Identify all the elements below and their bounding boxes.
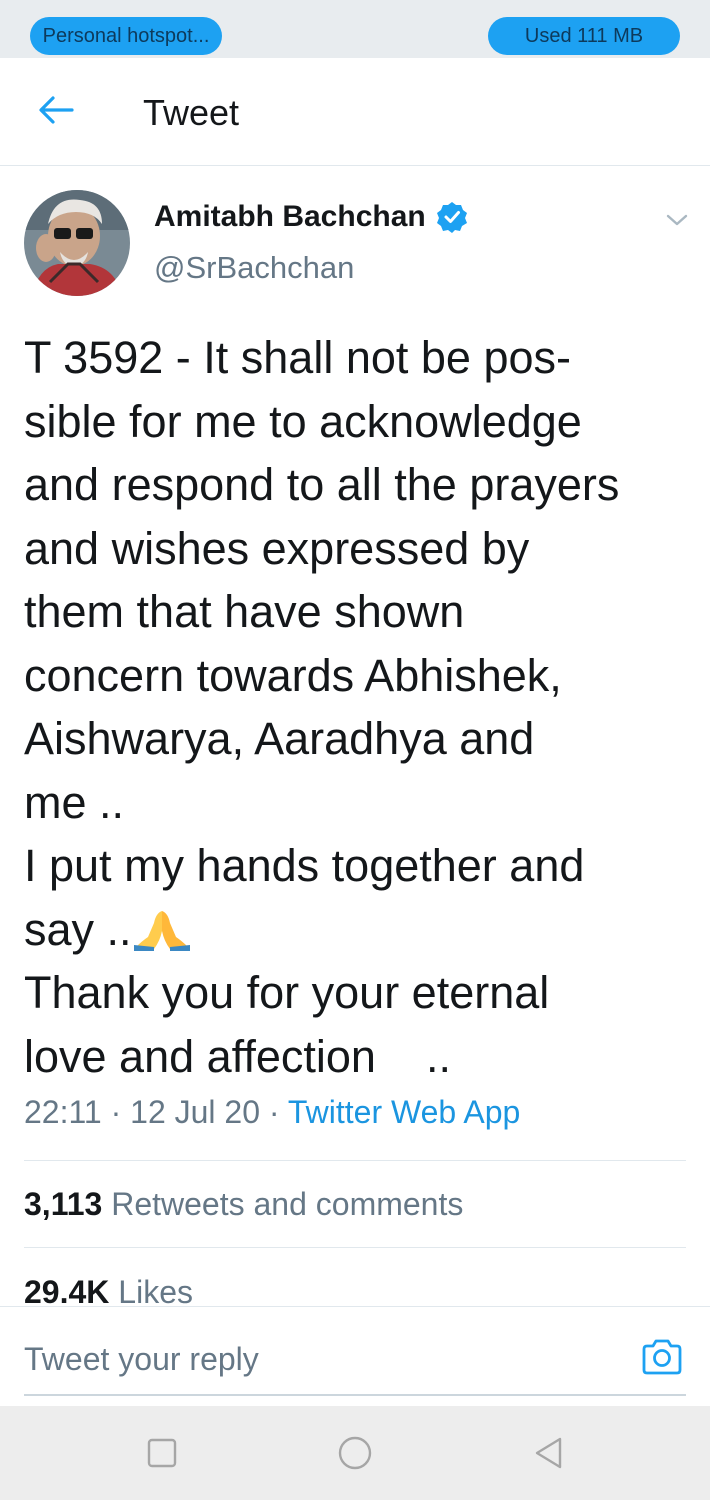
tweet-text-line: T 3592 - It shall not be pos- — [24, 332, 571, 383]
tweet-text-line: Aishwarya, Aaradhya and — [24, 713, 535, 764]
tweet-time: 22:11 — [24, 1094, 102, 1130]
reply-underline — [24, 1394, 686, 1396]
divider — [24, 1160, 686, 1161]
author-name-text: Amitabh Bachchan — [154, 200, 426, 233]
avatar[interactable] — [24, 190, 130, 296]
likes-count: 29.4K — [24, 1274, 110, 1310]
verified-badge-icon — [436, 202, 467, 233]
tweet-text-line: them that have shown — [24, 586, 465, 637]
tweet-text-line: Thank you for your eternal — [24, 967, 550, 1018]
arrow-left-icon — [39, 96, 74, 124]
data-usage-pill[interactable]: Used 111 MB — [488, 17, 680, 55]
tweet-text-line: me .. — [24, 776, 125, 828]
tweet-text-line-with-emoji: say .. — [24, 898, 694, 962]
page-title: Tweet — [143, 92, 240, 133]
tweet-source-link[interactable]: Twitter Web App — [288, 1094, 520, 1130]
reply-bar: Tweet your reply — [0, 1306, 710, 1406]
reply-input[interactable]: Tweet your reply — [24, 1341, 259, 1378]
author-name[interactable]: Amitabh Bachchan — [154, 200, 468, 234]
tweet-timestamp: 22:11 · 12 Jul 20 · Twitter Web App — [24, 1094, 520, 1131]
retweets-stat[interactable]: 3,113 Retweets and comments — [24, 1186, 463, 1223]
tweet-text-line: concern towards Abhishek, — [24, 649, 562, 701]
tweet-text: T 3592 - It shall not be pos- sible for … — [24, 326, 694, 1088]
tweet-text-line: I put my hands together and — [24, 840, 585, 891]
tweet-detail-screen: Personal hotspot... Used 111 MB Tweet Am… — [0, 0, 710, 1500]
author-handle[interactable]: @SrBachchan — [154, 250, 354, 286]
tweet-text-line: sible for me to acknowledge — [24, 395, 582, 447]
back-button-icon[interactable] — [532, 1436, 566, 1470]
hotspot-pill[interactable]: Personal hotspot... — [30, 17, 222, 55]
home-button-icon[interactable] — [338, 1436, 372, 1470]
tweet-text-line: love and affection .. — [24, 1030, 451, 1082]
tweet-date: 12 Jul 20 — [130, 1094, 261, 1130]
tweet-text-line: and wishes expressed by — [24, 522, 530, 574]
system-navigation-bar — [0, 1406, 710, 1500]
likes-label: Likes — [118, 1274, 193, 1310]
top-app-bar: Tweet — [0, 58, 710, 166]
meta-separator: · — [260, 1094, 288, 1130]
meta-separator: · — [101, 1094, 131, 1130]
status-bar: Personal hotspot... Used 111 MB — [0, 0, 710, 58]
tweet-text-line: say .. — [24, 903, 132, 955]
folded-hands-icon — [133, 910, 190, 951]
divider — [24, 1247, 686, 1248]
data-usage-label: Used 111 MB — [524, 24, 644, 47]
camera-icon[interactable] — [640, 1337, 684, 1377]
tweet-text-line: and respond to all the prayers — [24, 459, 620, 510]
retweets-count: 3,113 — [24, 1186, 103, 1222]
profile-photo — [24, 190, 130, 296]
hotspot-label: Personal hotspot... — [42, 24, 210, 47]
retweets-label: Retweets and comments — [111, 1186, 464, 1222]
chevron-down-icon[interactable] — [663, 206, 691, 234]
back-button[interactable] — [34, 88, 78, 132]
recents-button-icon[interactable] — [145, 1436, 179, 1470]
